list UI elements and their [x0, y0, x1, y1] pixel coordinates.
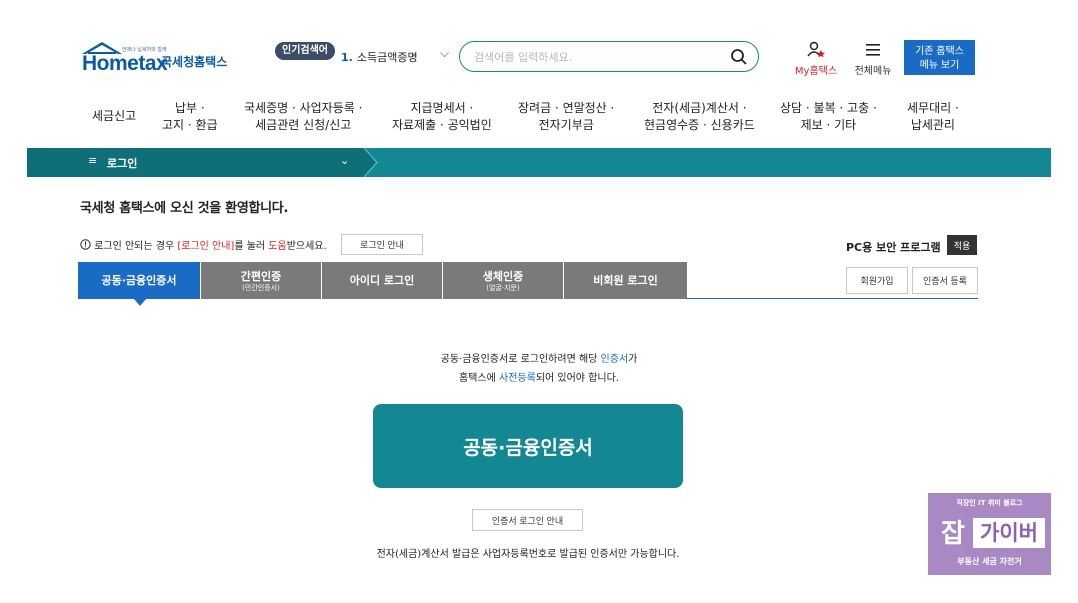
hometax-logo[interactable]: 언제나 납세자와 함께 Hometax 국세청홈택스 — [80, 38, 240, 78]
nav-item-statements[interactable]: 지급명세서 · 자료제출 · 공익법인 — [392, 100, 492, 134]
tab-simple-auth[interactable]: 간편인증 (민간인증서) — [201, 262, 322, 299]
page-title: 국세청 홈택스에 오신 것을 환영합니다. — [80, 201, 289, 216]
logo-name: 국세청홈택스 — [161, 55, 228, 69]
tab-underline — [686, 298, 978, 299]
chevron-down-icon[interactable]: ⌄ — [340, 154, 349, 167]
old-menu-line1: 기존 홈택스 — [915, 46, 964, 57]
all-menu-button[interactable]: 전체메뉴 — [850, 41, 896, 77]
certificate-link[interactable]: 인증서 — [601, 354, 629, 365]
popular-search-badge: 인기검색어 — [275, 42, 335, 60]
logo-wordmark: Hometax — [82, 52, 168, 75]
user-icon — [807, 41, 825, 58]
breadcrumb-current[interactable]: 로그인 — [107, 155, 137, 171]
login-tabs: 공동·금융인증서 간편인증 (민간인증서) 아이디 로그인 생체인증 (얼굴·지… — [78, 262, 687, 299]
nav-item-invoices[interactable]: 전자(세금)계산서 · 현금영수증 · 신용카드 — [644, 100, 755, 134]
old-menu-button[interactable]: 기존 홈택스 메뉴 보기 — [904, 40, 975, 75]
hamburger-icon — [866, 44, 880, 56]
my-hometax-label: My홈택스 — [794, 66, 838, 77]
nav-item-tax-report[interactable]: 세금신고 — [92, 108, 136, 125]
nav-item-payment[interactable]: 납부 · 고지 · 환급 — [162, 100, 218, 134]
info-text: 가 — [628, 354, 638, 365]
active-tab-indicator — [134, 299, 146, 306]
main-nav: 세금신고 납부 · 고지 · 환급 국세증명 · 사업자등록 · 세금관련 신청… — [80, 100, 980, 140]
nav-item-consulting[interactable]: 상담 · 불복 · 고충 · 제보 · 기타 — [780, 100, 877, 134]
help-prefix: 로그인 안되는 경우 — [94, 241, 178, 252]
breadcrumb-dark-section — [27, 148, 364, 177]
popular-term-text: 소득금액증명 — [356, 51, 418, 64]
help-link[interactable]: 도움 — [268, 241, 286, 252]
tab-sublabel: (얼굴·지문) — [486, 284, 520, 292]
info-text: 홈택스에 — [459, 373, 500, 384]
all-menu-label: 전체메뉴 — [854, 66, 892, 77]
old-menu-line2: 메뉴 보기 — [919, 60, 960, 71]
join-button[interactable]: 회원가입 — [846, 267, 908, 294]
watermark-bottom-text: 부동산 세금 자전거 — [957, 557, 1022, 566]
login-guide-button[interactable]: 로그인 안내 — [341, 234, 423, 255]
tab-joint-certificate[interactable]: 공동·금융인증서 — [78, 262, 201, 299]
tab-label: 간편인증 — [240, 270, 282, 283]
info-text: 공동·금융인증서로 로그인하려면 해당 — [440, 354, 601, 365]
my-hometax-button[interactable]: My홈택스 — [791, 41, 841, 77]
search-icon[interactable] — [730, 48, 748, 66]
apply-security-button[interactable]: 적용 — [947, 235, 977, 255]
tab-label: 생체인증 — [482, 270, 524, 283]
joint-certificate-login-button[interactable]: 공동·금융인증서 — [373, 404, 683, 488]
help-mid: 를 눌러 — [234, 241, 269, 252]
menu-icon: ≡ — [88, 154, 98, 167]
nav-item-certificates[interactable]: 국세증명 · 사업자등록 · 세금관련 신청/신고 — [244, 100, 362, 134]
tab-label: 공동·금융인증서 — [101, 274, 177, 287]
popular-rank: 1. — [341, 51, 353, 64]
breadcrumb-bar: ≡ 로그인 ⌄ — [27, 148, 1051, 177]
info-circle-icon — [80, 239, 91, 250]
help-login-guide-link[interactable]: [로그인 안내] — [177, 241, 234, 252]
nav-item-tax-agent[interactable]: 세무대리 · 납세관리 — [907, 100, 959, 134]
pc-security-label: PC용 보안 프로그램 — [846, 241, 941, 254]
tax-invoice-notice: 전자(세금)계산서 발급은 사업자등록번호로 발급된 인증서만 가능합니다. — [376, 549, 680, 560]
breadcrumb-divider — [364, 148, 378, 177]
watermark-jab: 잡 — [941, 519, 965, 549]
tab-label: 아이디 로그인 — [349, 274, 415, 287]
certificate-login-guide-button[interactable]: 인증서 로그인 안내 — [472, 509, 583, 531]
watermark-box-text: 가이버 — [973, 518, 1045, 548]
search-box — [459, 41, 759, 72]
tab-biometric[interactable]: 생체인증 (얼굴·지문) — [443, 262, 564, 299]
blog-watermark: 직장인 IT 취미 블로그 잡 가이버 부동산 세금 자전거 — [928, 493, 1051, 575]
cert-info-line2: 홈택스에 사전등록되어 있어야 합니다. — [0, 369, 1078, 384]
help-suffix: 받으세요. — [286, 241, 327, 252]
pre-register-link[interactable]: 사전등록 — [499, 373, 536, 384]
tab-non-member[interactable]: 비회원 로그인 — [564, 262, 687, 299]
tab-sublabel: (민간인증서) — [242, 284, 280, 292]
popular-search-term[interactable]: 1. 소득금액증명 — [341, 49, 418, 65]
search-input[interactable] — [474, 47, 724, 67]
tab-id-login[interactable]: 아이디 로그인 — [322, 262, 443, 299]
nav-item-incentives[interactable]: 장려금 · 연말정산 · 전자기부금 — [518, 100, 614, 134]
login-help-text: 로그인 안되는 경우 [로그인 안내]를 눌러 도움받으세요. — [80, 237, 327, 252]
cert-info-line1: 공동·금융인증서로 로그인하려면 해당 인증서가 — [0, 350, 1078, 365]
info-text: 되어 있어야 합니다. — [535, 373, 619, 384]
certificate-register-button[interactable]: 인증서 등록 — [912, 267, 978, 294]
watermark-top-text: 직장인 IT 취미 블로그 — [956, 499, 1023, 507]
tab-label: 비회원 로그인 — [593, 274, 658, 287]
chevron-down-icon[interactable]: ⌵ — [440, 46, 449, 61]
